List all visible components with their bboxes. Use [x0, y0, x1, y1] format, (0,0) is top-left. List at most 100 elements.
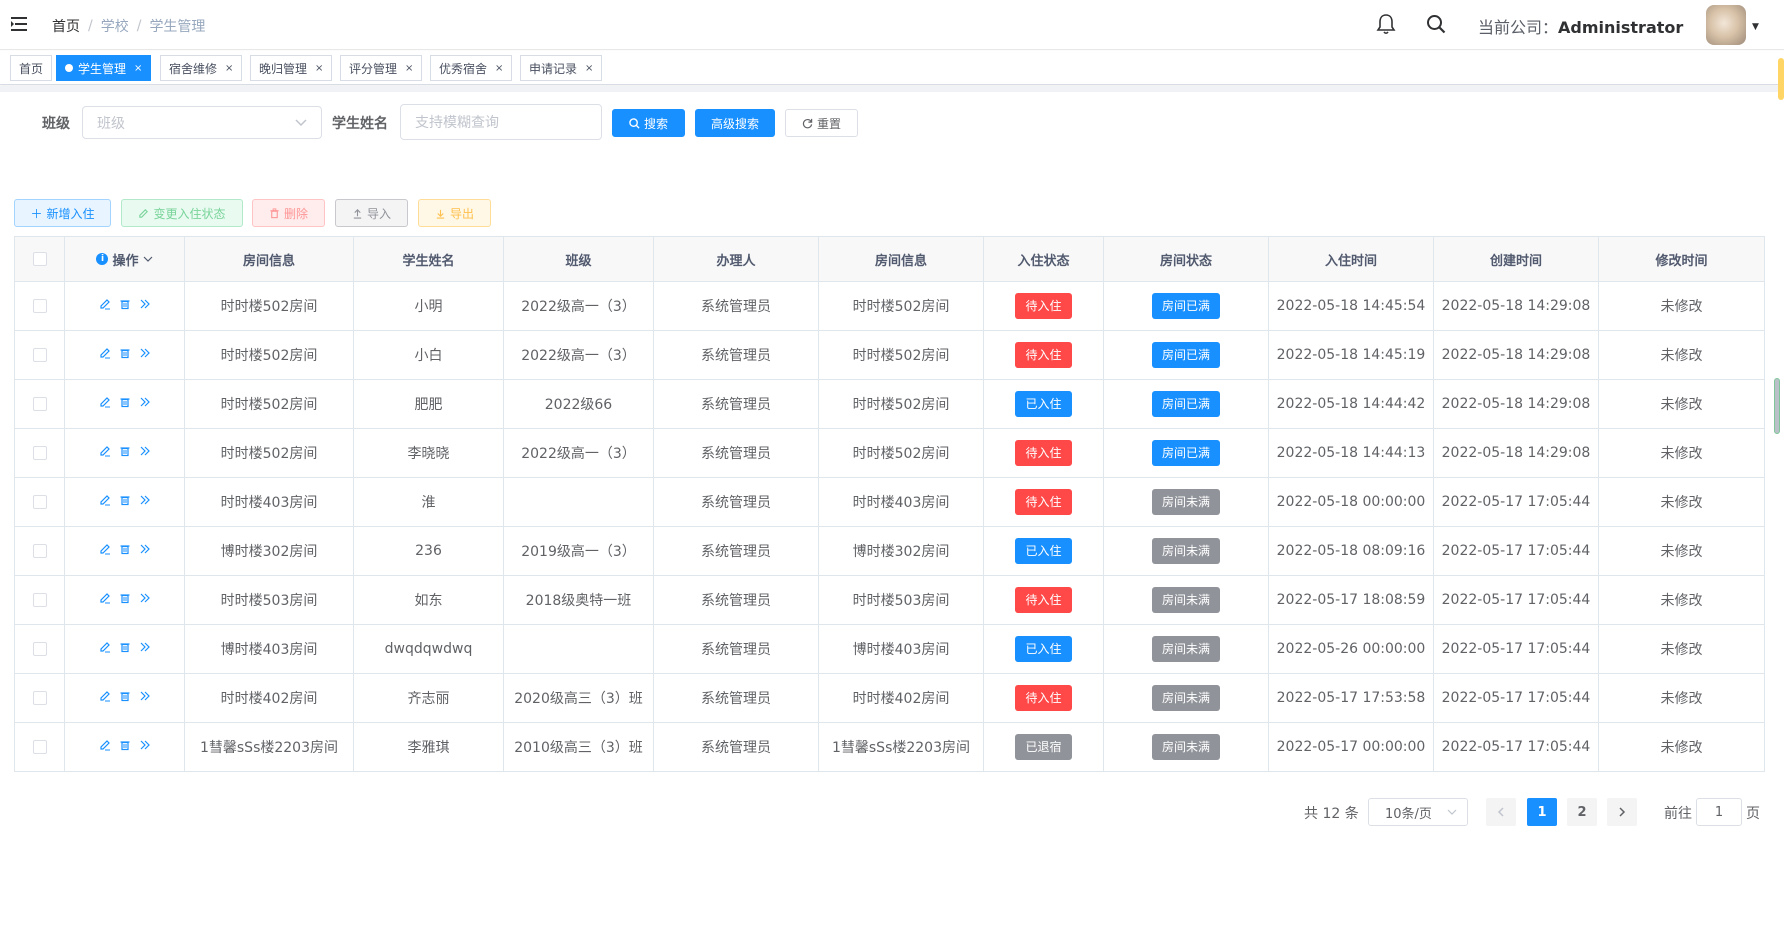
- breadcrumb-home[interactable]: 首页: [52, 16, 80, 36]
- header-operations[interactable]: i 操作: [64, 236, 185, 282]
- reset-button[interactable]: 重置: [785, 109, 858, 137]
- hamburger-menu-icon[interactable]: [10, 15, 28, 33]
- table-row[interactable]: 时时楼502房间 肥肥 2022级66 系统管理员 时时楼502房间 已入住 房…: [14, 379, 1765, 429]
- close-icon[interactable]: ×: [315, 63, 323, 74]
- double-chevron-right-icon[interactable]: [139, 396, 151, 408]
- tag-label: 评分管理: [349, 61, 398, 76]
- table-row[interactable]: 时时楼502房间 小明 2022级高一（3） 系统管理员 时时楼502房间 待入…: [14, 281, 1765, 331]
- edit-icon[interactable]: [99, 543, 111, 555]
- tag-home[interactable]: 首页: [10, 55, 53, 81]
- edit-icon[interactable]: [99, 298, 111, 310]
- table-row[interactable]: 时时楼402房间 齐志丽 2020级高三（3）班 系统管理员 时时楼402房间 …: [14, 673, 1765, 723]
- class-label: 班级: [42, 116, 70, 132]
- delete-button[interactable]: 删除: [252, 199, 325, 227]
- double-chevron-right-icon[interactable]: [139, 298, 151, 310]
- double-chevron-right-icon[interactable]: [139, 543, 151, 555]
- trash-icon[interactable]: [119, 396, 131, 408]
- export-button[interactable]: 导出: [418, 199, 491, 227]
- trash-icon[interactable]: [119, 592, 131, 604]
- edit-icon[interactable]: [99, 396, 111, 408]
- tag-dorm-repair[interactable]: 宿舍维修 ×: [160, 55, 243, 81]
- double-chevron-right-icon[interactable]: [139, 739, 151, 751]
- trash-icon[interactable]: [119, 445, 131, 457]
- change-status-button[interactable]: 变更入住状态: [121, 199, 243, 227]
- class-select[interactable]: 班级: [82, 106, 322, 139]
- page-1-button[interactable]: 1: [1527, 798, 1557, 826]
- row-checkbox[interactable]: [32, 642, 47, 656]
- close-icon[interactable]: ×: [225, 63, 233, 74]
- select-all-checkbox[interactable]: [32, 252, 47, 266]
- trash-icon[interactable]: [119, 494, 131, 506]
- table-row[interactable]: 1彗馨sSs楼2203房间 李雅琪 2010级高三（3）班 系统管理员 1彗馨s…: [14, 722, 1765, 772]
- search-icon[interactable]: [1426, 14, 1446, 34]
- edit-icon[interactable]: [99, 445, 111, 457]
- import-button[interactable]: 导入: [335, 199, 408, 227]
- cell-class: 2020级高三（3）班: [503, 673, 654, 723]
- bell-icon[interactable]: [1376, 13, 1396, 35]
- trash-icon[interactable]: [119, 298, 131, 310]
- edit-icon[interactable]: [99, 641, 111, 653]
- next-page-button[interactable]: [1607, 798, 1637, 826]
- double-chevron-right-icon[interactable]: [139, 690, 151, 702]
- table-row[interactable]: 时时楼502房间 李晓晓 2022级高一（3） 系统管理员 时时楼502房间 待…: [14, 428, 1765, 478]
- table-row[interactable]: 时时楼503房间 如东 2018级奥特一班 系统管理员 时时楼503房间 待入住…: [14, 575, 1765, 625]
- trash-icon[interactable]: [119, 739, 131, 751]
- tag-application-records[interactable]: 申请记录 ×: [520, 55, 603, 81]
- table-row[interactable]: 博时楼403房间 dwqdqwdwq 系统管理员 博时楼403房间 已入住 房间…: [14, 624, 1765, 674]
- double-chevron-right-icon[interactable]: [139, 347, 151, 359]
- trash-icon[interactable]: [119, 690, 131, 702]
- edit-icon[interactable]: [99, 739, 111, 751]
- scrollbar-thumb[interactable]: [1774, 378, 1780, 434]
- row-checkbox[interactable]: [32, 299, 47, 313]
- row-checkbox[interactable]: [32, 495, 47, 509]
- room-status-badge: 房间未满: [1151, 685, 1220, 711]
- scrollbar-indicator[interactable]: [1778, 58, 1784, 100]
- table-row[interactable]: 博时楼302房间 236 2019级高一（3） 系统管理员 博时楼302房间 已…: [14, 526, 1765, 576]
- edit-icon[interactable]: [99, 592, 111, 604]
- student-name-input[interactable]: 支持模糊查询: [400, 104, 602, 140]
- close-icon[interactable]: ×: [134, 63, 142, 74]
- row-checkbox[interactable]: [32, 691, 47, 705]
- cell-student-name: 李晓晓: [353, 428, 504, 478]
- edit-icon[interactable]: [99, 690, 111, 702]
- close-icon[interactable]: ×: [405, 63, 413, 74]
- cell-room-info-2: 博时楼302房间: [818, 526, 984, 576]
- row-checkbox[interactable]: [32, 446, 47, 460]
- double-chevron-right-icon[interactable]: [139, 592, 151, 604]
- row-checkbox[interactable]: [32, 348, 47, 362]
- tag-late-return[interactable]: 晚归管理 ×: [250, 55, 333, 81]
- page-2-button[interactable]: 2: [1567, 798, 1597, 826]
- table-row[interactable]: 时时楼403房间 淮 系统管理员 时时楼403房间 待入住 房间未满 2022-…: [14, 477, 1765, 527]
- cell-room-info-2: 时时楼502房间: [818, 281, 984, 331]
- tag-excellent-dorm[interactable]: 优秀宿舍 ×: [430, 55, 513, 81]
- tag-label: 优秀宿舍: [439, 61, 488, 76]
- advanced-search-button[interactable]: 高级搜索: [695, 109, 775, 137]
- cell-class: 2018级奥特一班: [503, 575, 654, 625]
- add-checkin-button[interactable]: ＋新增入住: [14, 199, 111, 227]
- prev-page-button[interactable]: [1486, 798, 1516, 826]
- row-checkbox[interactable]: [32, 397, 47, 411]
- edit-icon[interactable]: [99, 494, 111, 506]
- goto-page-input[interactable]: 1: [1696, 798, 1742, 826]
- double-chevron-right-icon[interactable]: [139, 445, 151, 457]
- close-icon[interactable]: ×: [585, 63, 593, 74]
- caret-down-icon[interactable]: ▼: [1752, 22, 1759, 32]
- double-chevron-right-icon[interactable]: [139, 641, 151, 653]
- row-checkbox[interactable]: [32, 740, 47, 754]
- trash-icon[interactable]: [119, 347, 131, 359]
- search-button[interactable]: 搜索: [612, 109, 685, 137]
- edit-icon[interactable]: [99, 347, 111, 359]
- tag-rating[interactable]: 评分管理 ×: [340, 55, 423, 81]
- close-icon[interactable]: ×: [495, 63, 503, 74]
- page-size-select[interactable]: 10条/页: [1368, 798, 1468, 826]
- trash-icon[interactable]: [119, 641, 131, 653]
- double-chevron-right-icon[interactable]: [139, 494, 151, 506]
- row-checkbox[interactable]: [32, 544, 47, 558]
- room-status-badge: 房间已满: [1151, 342, 1220, 368]
- row-checkbox[interactable]: [32, 593, 47, 607]
- trash-icon[interactable]: [119, 543, 131, 555]
- breadcrumb-school[interactable]: 学校: [101, 16, 129, 36]
- table-row[interactable]: 时时楼502房间 小白 2022级高一（3） 系统管理员 时时楼502房间 待入…: [14, 330, 1765, 380]
- tag-student-management[interactable]: 学生管理 ×: [56, 55, 152, 81]
- user-avatar[interactable]: [1706, 5, 1746, 45]
